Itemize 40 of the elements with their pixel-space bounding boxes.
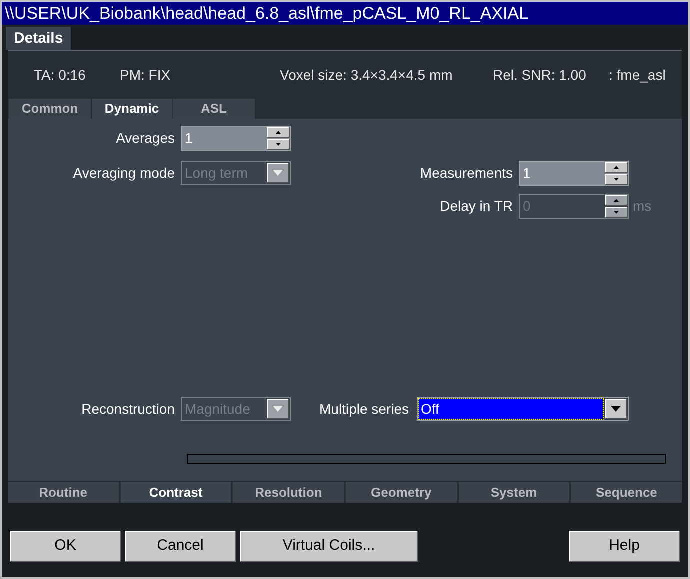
tab[interactable]: ASL <box>173 99 255 119</box>
spin-arrows-icon[interactable] <box>267 127 290 150</box>
tab[interactable]: System <box>458 482 570 503</box>
info-text: : fme_asl <box>609 66 666 85</box>
caret-icon <box>273 170 283 176</box>
window-title: \\USER\UK_Biobank\head\head_6.8_asl\fme_pCASL_M0_RL_AXIAL <box>2 2 688 25</box>
field-label: Averaging mode <box>72 164 175 183</box>
spin-arrows-icon[interactable] <box>605 162 628 185</box>
tab[interactable]: Dynamic <box>92 99 172 119</box>
field-value: Long term <box>184 164 250 183</box>
dialog-button[interactable]: OK <box>10 531 121 562</box>
spin-box[interactable]: 1 <box>181 126 291 151</box>
info-text: Voxel size: 3.4×3.4×4.5 mm <box>280 66 453 84</box>
tab[interactable]: Geometry <box>346 482 457 503</box>
unit-label: ms <box>633 197 652 216</box>
tab[interactable]: Common <box>9 99 91 119</box>
field-label: Multiple series <box>318 400 409 419</box>
dialog-button[interactable]: Cancel <box>125 531 236 562</box>
field-value: 1 <box>522 164 532 183</box>
field-value: Magnitude <box>184 400 252 419</box>
info-text: TA: 0:16 <box>34 66 86 84</box>
field-label: Measurements <box>419 164 513 183</box>
field-label: Reconstruction <box>80 400 175 419</box>
info-text: PM: FIX <box>120 66 171 84</box>
dialog-button[interactable]: Virtual Coils... <box>240 531 418 562</box>
caret-icon <box>611 406 621 412</box>
field-label: Delay in TR <box>439 197 513 216</box>
info-text: Rel. SNR: 1.00 <box>493 66 586 84</box>
spin-box[interactable]: 1 <box>519 161 629 186</box>
tab[interactable]: Resolution <box>233 482 344 503</box>
field-label: Averages <box>115 129 175 148</box>
field-value: 1 <box>184 129 194 148</box>
dialog-button[interactable]: Help <box>569 531 680 562</box>
caret-icon <box>273 406 283 412</box>
dropdown[interactable]: Off <box>417 397 629 421</box>
field-value: Off <box>419 399 603 419</box>
tab[interactable]: Sequence <box>571 482 682 503</box>
tab[interactable]: Routine <box>8 482 119 503</box>
tab[interactable]: Details <box>6 27 72 50</box>
tab[interactable]: Contrast <box>120 482 232 503</box>
